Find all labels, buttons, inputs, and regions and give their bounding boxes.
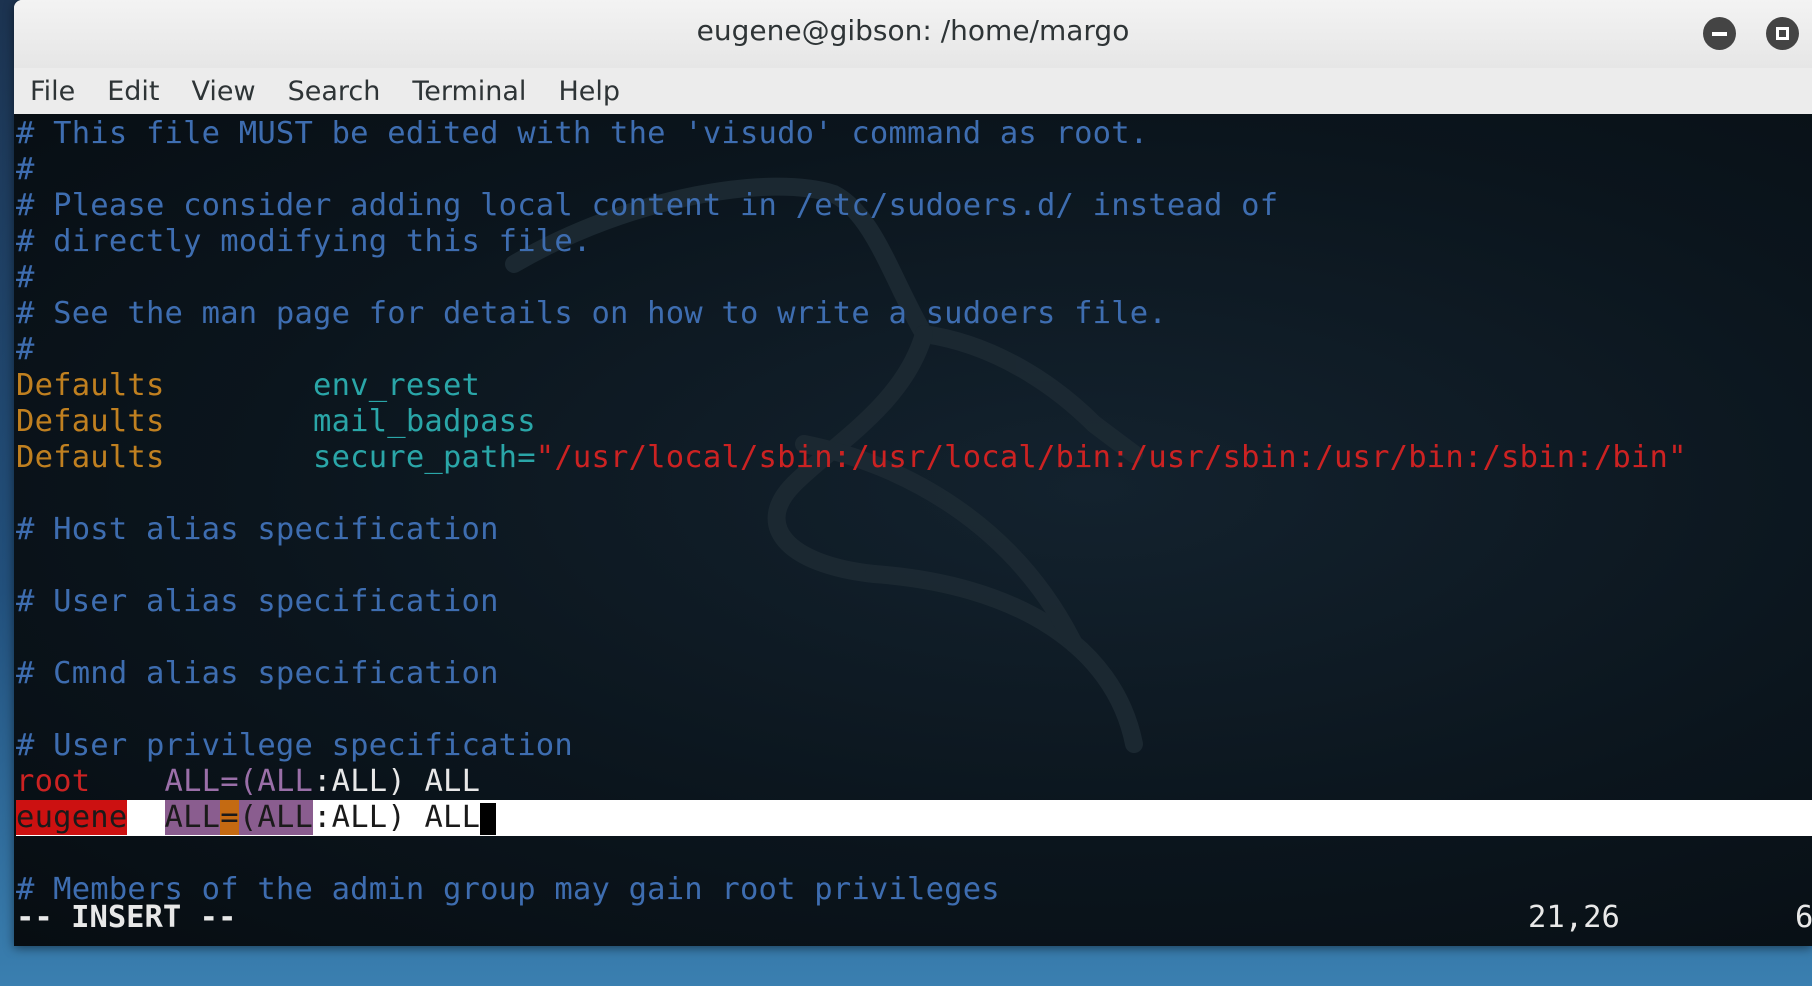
editor-line-blank <box>16 620 1812 656</box>
text-cursor <box>480 802 497 835</box>
spec-all: ALL <box>257 764 314 799</box>
editor-line: # See the man page for details on how to… <box>16 296 1167 331</box>
menu-edit[interactable]: Edit <box>107 76 159 107</box>
spec-rest: :ALL) ALL <box>313 764 481 799</box>
terminal-area[interactable]: # This file MUST be edited with the 'vis… <box>14 114 1812 946</box>
menu-help[interactable]: Help <box>558 76 620 107</box>
editor-line: # <box>16 260 35 295</box>
spec-all: ALL <box>257 800 314 835</box>
spec-all: ALL <box>164 800 221 835</box>
maximize-button[interactable] <box>1766 17 1799 50</box>
terminal-window: eugene@gibson: /home/margo File Edit Vie… <box>14 0 1812 946</box>
menu-terminal[interactable]: Terminal <box>412 76 526 107</box>
editor-line-defaults-mail: Defaults mail_badpass <box>16 404 1812 440</box>
spec-rest: :ALL) ALL <box>313 800 481 835</box>
editor-current-line[interactable]: eugene ALL=(ALL:ALL) ALL <box>16 800 1812 836</box>
editor-line: # User alias specification <box>16 584 499 619</box>
menu-search[interactable]: Search <box>288 76 381 107</box>
minimize-icon <box>1712 31 1727 36</box>
spec-open: ( <box>238 764 258 799</box>
defaults-value: mail_badpass <box>313 404 536 439</box>
title-bar[interactable]: eugene@gibson: /home/margo <box>14 0 1812 68</box>
menu-view[interactable]: View <box>191 76 255 107</box>
secure-path-key: secure_path= <box>313 440 536 475</box>
editor-line: # Host alias specification <box>16 512 499 547</box>
spec-eq: = <box>220 764 239 799</box>
spec-all: ALL <box>164 764 221 799</box>
menu-file[interactable]: File <box>30 76 75 107</box>
spec-eq: = <box>220 800 239 835</box>
editor-line: # Please consider adding local content i… <box>16 188 1279 223</box>
defaults-keyword: Defaults <box>16 368 165 403</box>
editor-line-blank <box>16 476 1812 512</box>
spec-open: ( <box>238 800 258 835</box>
editor-line: # <box>16 332 35 367</box>
menu-bar: File Edit View Search Terminal Help <box>14 68 1812 114</box>
cursor-position: 21,26 <box>1528 900 1620 935</box>
editor-line: # directly modifying this file. <box>16 224 592 259</box>
minimize-button[interactable] <box>1703 17 1736 50</box>
secure-path-value: "/usr/local/sbin:/usr/local/bin:/usr/sbi… <box>535 440 1687 475</box>
scroll-percent: 6 <box>1795 900 1812 935</box>
mode-indicator: -- INSERT -- <box>16 900 237 935</box>
maximize-icon <box>1776 27 1789 40</box>
editor-line-defaults-path: Defaults secure_path="/usr/local/sbin:/u… <box>16 440 1812 476</box>
editor-line: # User privilege specification <box>16 728 573 763</box>
window-title: eugene@gibson: /home/margo <box>696 14 1130 47</box>
defaults-keyword: Defaults <box>16 404 165 439</box>
editor-line: # Cmnd alias specification <box>16 656 499 691</box>
editor-line-defaults-env: Defaults env_reset <box>16 368 1812 404</box>
editor-line: # <box>16 152 35 187</box>
root-user: root <box>16 764 91 799</box>
defaults-keyword: Defaults <box>16 440 165 475</box>
editor-line: # This file MUST be edited with the 'vis… <box>16 116 1149 151</box>
editor-line-blank <box>16 692 1812 728</box>
editor-line-blank <box>16 836 1812 872</box>
editor-line-root: root ALL=(ALL:ALL) ALL <box>16 764 1812 800</box>
vim-status-line: -- INSERT -- 21,26 6 <box>16 900 1812 936</box>
defaults-value: env_reset <box>313 368 481 403</box>
eugene-user: eugene <box>16 800 128 835</box>
editor-line-blank <box>16 548 1812 584</box>
editor-buffer[interactable]: # This file MUST be edited with the 'vis… <box>16 116 1812 908</box>
